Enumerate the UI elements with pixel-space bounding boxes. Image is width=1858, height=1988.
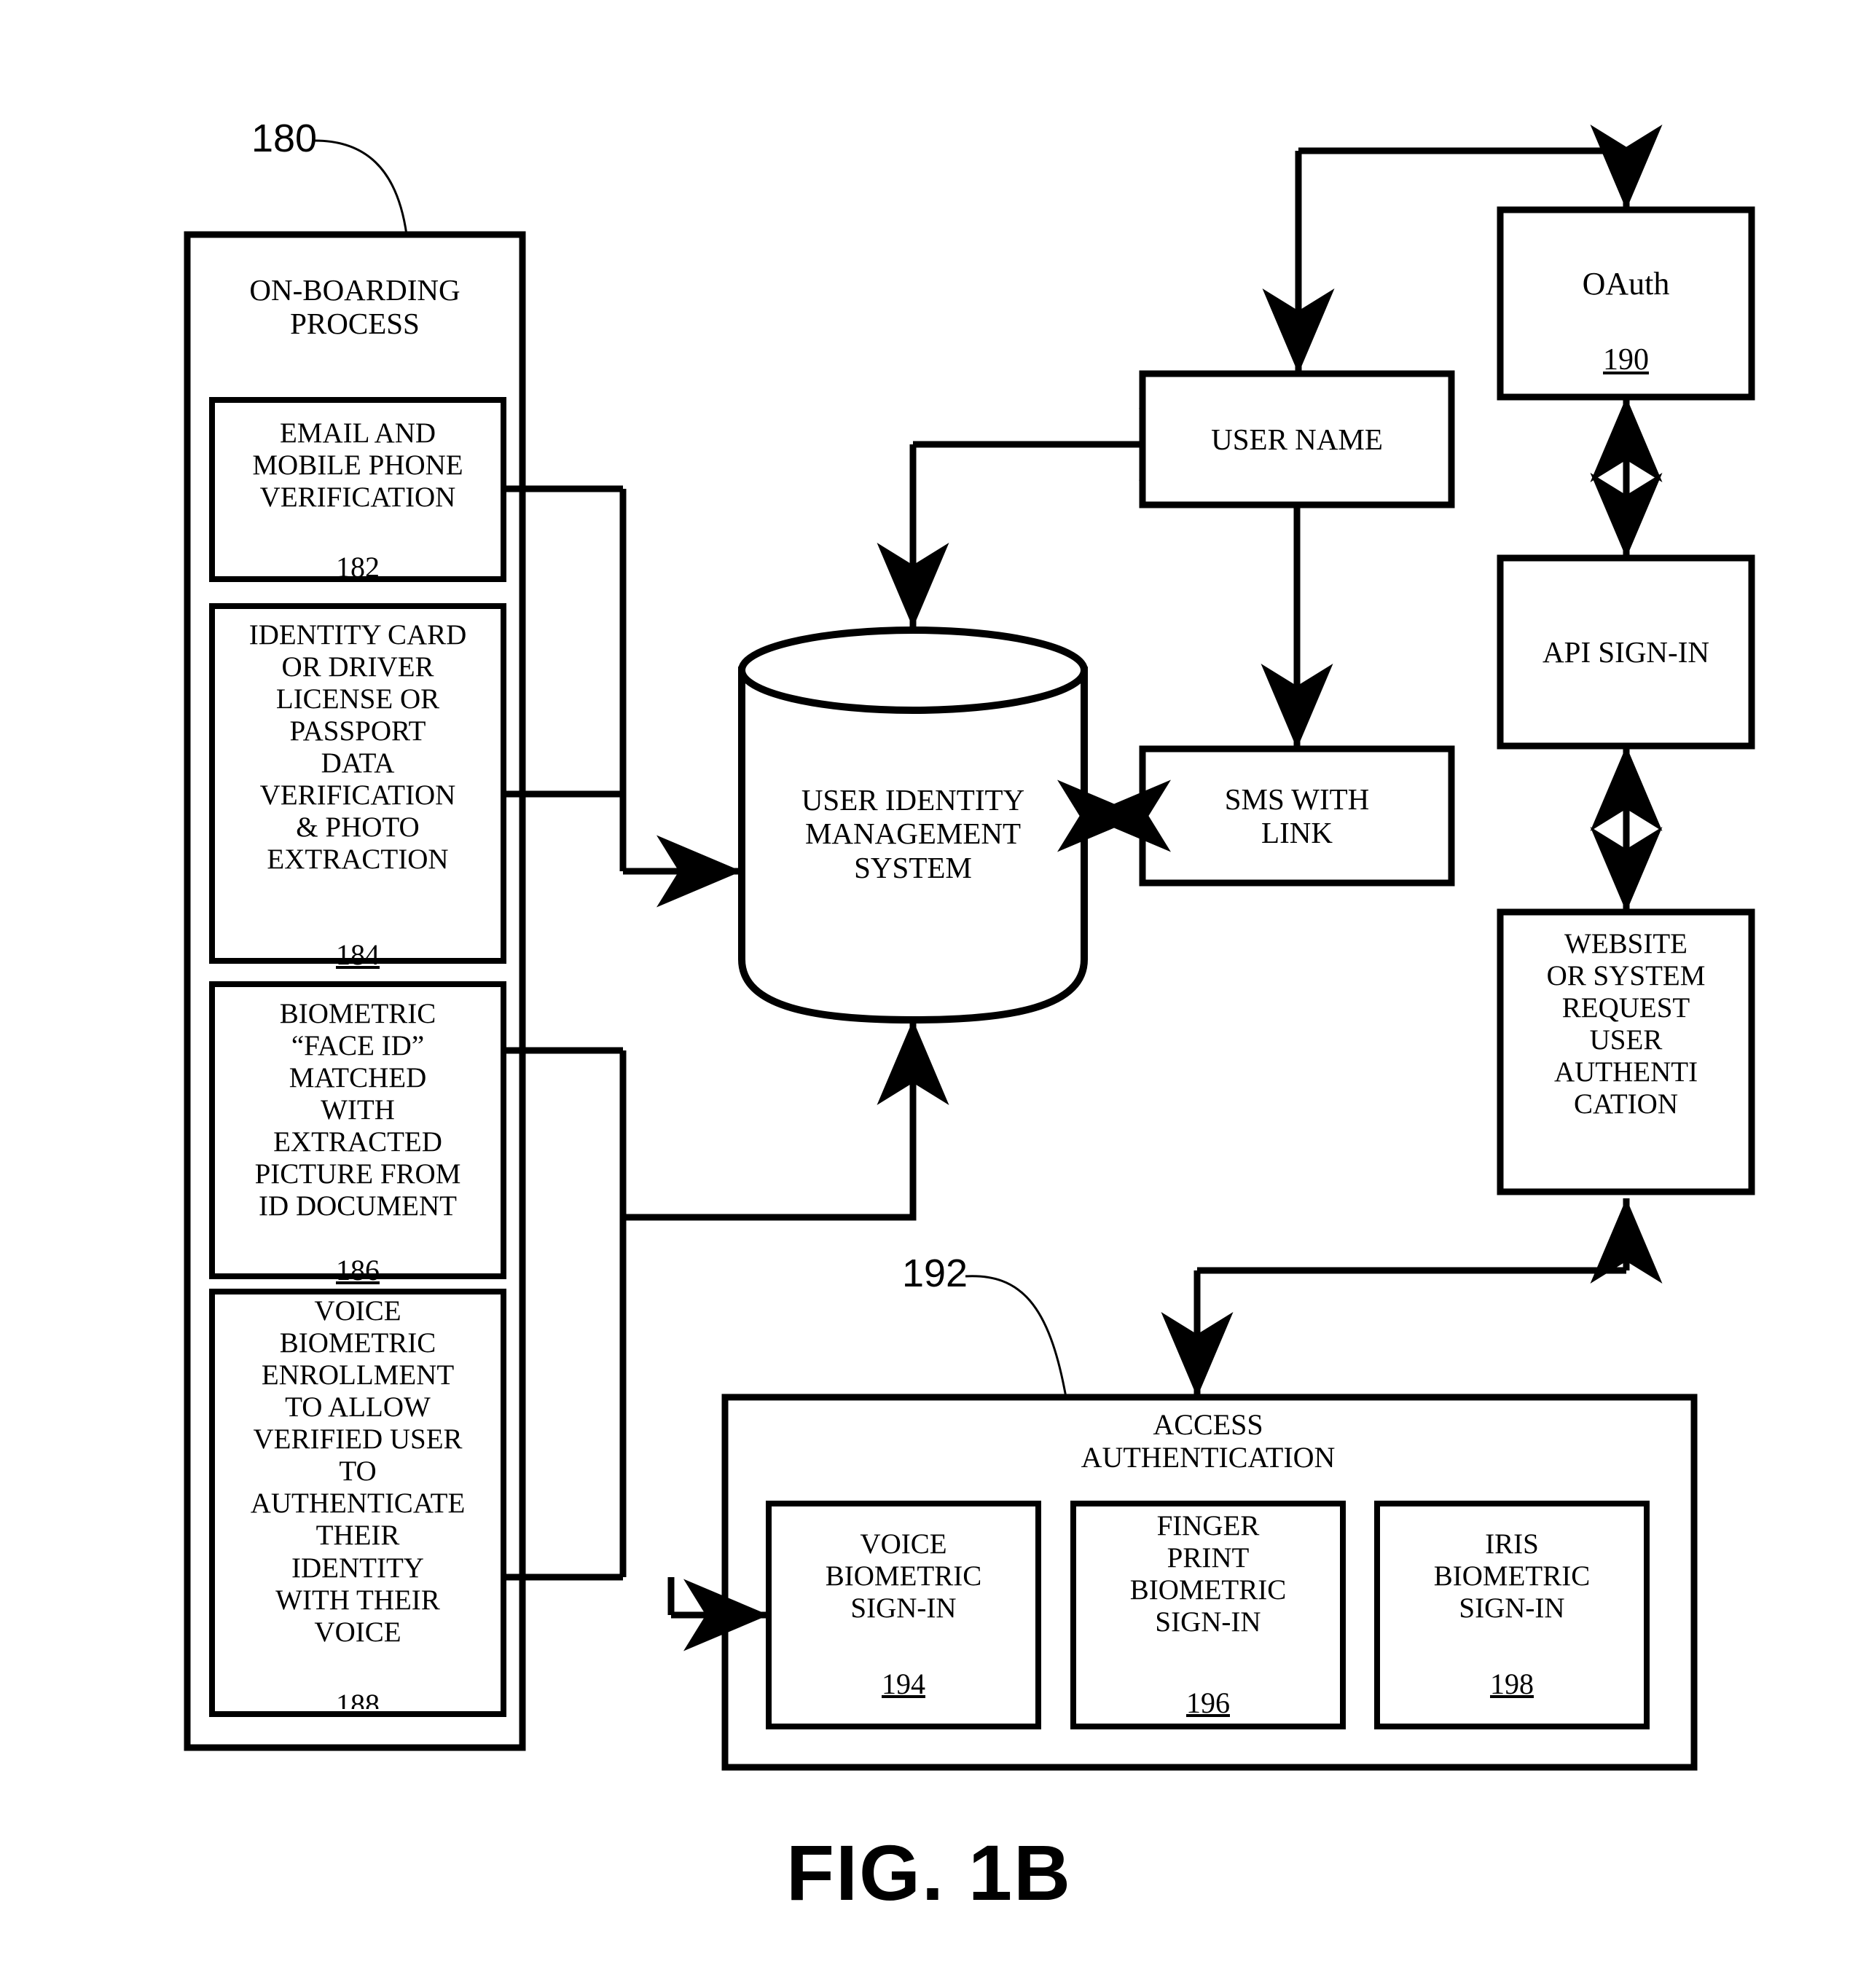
voice-biometric-signin-box[interactable] [766,1501,1041,1729]
iris-biometric-signin-box[interactable] [1374,1501,1650,1729]
callout-leader-180 [314,139,408,235]
callout-180: 180 [251,117,317,160]
onboarding-step-box-186[interactable] [209,981,506,1279]
patent-figure-1b: 180 192 FIG. 1B ON-BOARDING PROCESS EMAI… [0,0,1858,1988]
onboarding-step-box-182[interactable] [209,397,506,582]
diagram-canvas: 180 192 FIG. 1B [184,117,1755,1917]
sms-with-link-box[interactable] [1139,745,1455,887]
database-cylinder-body [738,667,1088,1024]
fingerprint-biometric-signin-box[interactable] [1070,1501,1346,1729]
callout-leader-192 [965,1275,1067,1398]
callout-192: 192 [902,1252,968,1295]
database-cylinder-top [738,626,1088,714]
user-name-box[interactable] [1139,370,1455,508]
oauth-box[interactable] [1497,206,1755,401]
website-request-box[interactable] [1497,908,1755,1195]
api-signin-box[interactable] [1497,554,1755,750]
onboarding-step-box-188[interactable] [209,1289,506,1717]
onboarding-step-box-184[interactable] [209,603,506,964]
figure-caption: FIG. 1B [786,1828,1072,1917]
